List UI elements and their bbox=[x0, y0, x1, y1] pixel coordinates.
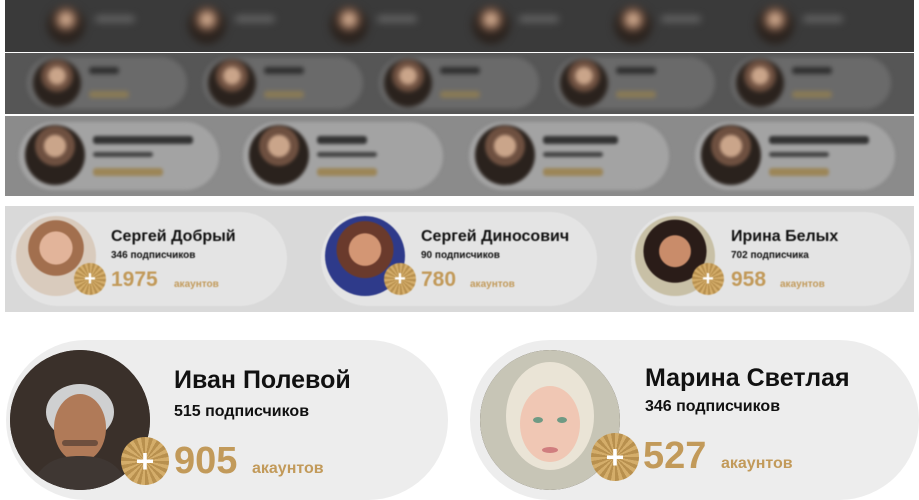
accounts-count: 527 bbox=[643, 435, 707, 477]
accounts-label: акаунтов bbox=[252, 460, 324, 477]
accounts-label: акаунтов bbox=[721, 455, 793, 472]
accounts-count: 958 bbox=[731, 268, 767, 291]
accounts-label: акаунтов bbox=[470, 279, 515, 290]
row-4: + Сергей Добрый 346 подписчиков 1975 ака… bbox=[5, 206, 914, 312]
blurred-row-2 bbox=[5, 53, 914, 114]
blurred-row-3 bbox=[5, 116, 914, 196]
user-name: Сергей Диносович bbox=[421, 228, 570, 245]
avatar bbox=[188, 6, 226, 44]
user-name: Сергей Добрый bbox=[111, 228, 236, 245]
user-name: Ирина Белых bbox=[731, 228, 839, 245]
avatar bbox=[47, 6, 85, 44]
plus-badge-icon[interactable]: + bbox=[692, 263, 724, 295]
avatar bbox=[25, 125, 85, 185]
plus-badge-icon[interactable]: + bbox=[121, 437, 169, 485]
avatar bbox=[208, 59, 256, 107]
avatar bbox=[475, 125, 535, 185]
avatar bbox=[249, 125, 309, 185]
subscribers-count: 515 подписчиков bbox=[174, 403, 310, 420]
accounts-count: 780 bbox=[421, 268, 457, 291]
avatar bbox=[736, 59, 784, 107]
plus-badge-icon[interactable]: + bbox=[384, 263, 416, 295]
accounts-label: акаунтов bbox=[780, 279, 825, 290]
subscribers-count: 346 подписчиков bbox=[645, 398, 781, 415]
accounts-count: 1975 bbox=[111, 268, 158, 291]
user-name: Иван Полевой bbox=[174, 366, 351, 394]
accounts-label: акаунтов bbox=[174, 279, 219, 290]
accounts-count: 905 bbox=[174, 440, 238, 482]
avatar bbox=[614, 6, 652, 44]
blurred-row-1 bbox=[5, 0, 914, 52]
plus-badge-icon[interactable]: + bbox=[591, 433, 639, 481]
avatar bbox=[701, 125, 761, 185]
avatar bbox=[384, 59, 432, 107]
subscribers-count: 702 подписчика bbox=[731, 250, 809, 261]
avatar bbox=[33, 59, 81, 107]
subscribers-count: 90 подписчиков bbox=[421, 250, 500, 261]
avatar bbox=[560, 59, 608, 107]
avatar bbox=[472, 6, 510, 44]
plus-badge-icon[interactable]: + bbox=[74, 263, 106, 295]
subscribers-count: 346 подписчиков bbox=[111, 250, 196, 261]
user-name: Марина Светлая bbox=[645, 364, 850, 392]
avatar bbox=[330, 6, 368, 44]
avatar bbox=[756, 6, 794, 44]
